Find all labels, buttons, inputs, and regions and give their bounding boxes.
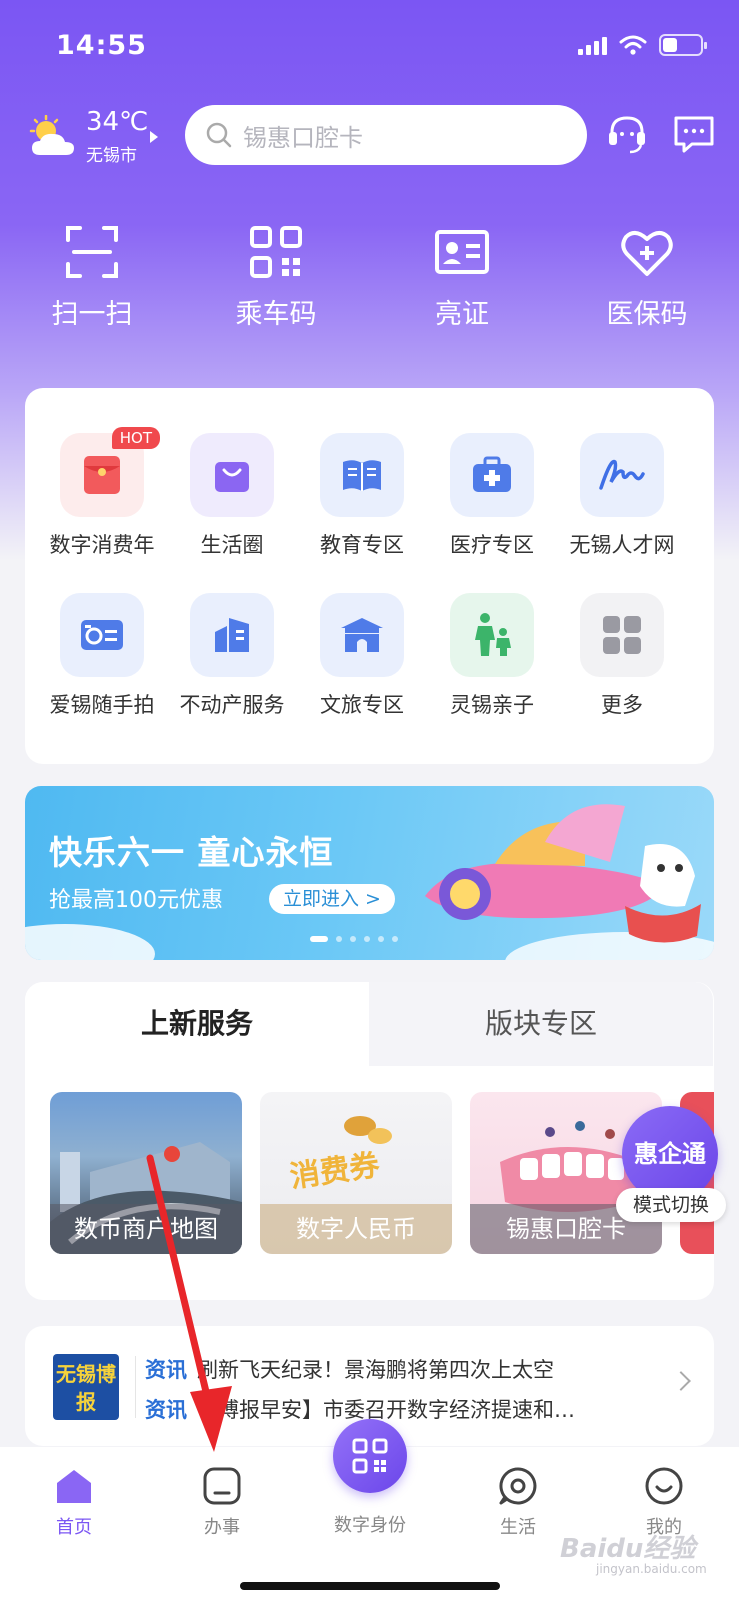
pavilion-icon [341, 618, 383, 652]
temperature: 34℃ [86, 107, 149, 137]
grid-item-culture-tourism[interactable]: 文旅专区 [297, 593, 427, 719]
grid-item-snapshot[interactable]: 爱锡随手拍 [37, 593, 167, 719]
tab-home[interactable]: 首页 [24, 1465, 124, 1539]
huiqitong-float-button[interactable]: 惠企通 模式切换 [616, 1106, 726, 1222]
book-icon [343, 460, 381, 491]
status-icons [578, 34, 707, 56]
status-time: 14:55 [56, 30, 147, 61]
qr-code-icon [250, 226, 302, 278]
tab-digital-identity-label: 数字身份 [334, 1515, 406, 1536]
banner-enter-button[interactable]: 立即进入 > [269, 884, 395, 914]
quick-action-scan[interactable]: 扫一扫 [22, 222, 162, 331]
hot-badge: HOT [111, 427, 160, 449]
grid-item-medical[interactable]: 医疗专区 [427, 433, 557, 559]
chevron-right-icon[interactable] [671, 1371, 691, 1391]
search-placeholder: 锡惠口腔卡 [243, 123, 363, 152]
camera-icon [81, 620, 123, 650]
section-tabs: 上新服务 版块专区 [25, 982, 714, 1066]
quick-action-medical-insurance[interactable]: 医保码 [577, 222, 717, 331]
grid-item-life-circle[interactable]: 生活圈 [167, 433, 297, 559]
watermark-brand: Baidu经验 [560, 1534, 696, 1564]
weather-sun-cloud-icon [29, 115, 74, 155]
tab-life[interactable]: 生活 [468, 1465, 568, 1539]
cellular-signal-icon [578, 35, 607, 55]
grid-item-parent-child[interactable]: 灵锡亲子 [427, 593, 557, 719]
promo-banner[interactable]: 快乐六一 童心永恒 抢最高100元优惠 立即进入 > [25, 786, 714, 960]
grid-item-real-estate[interactable]: 不动产服务 [167, 593, 297, 719]
tab-sections[interactable]: 版块专区 [369, 982, 713, 1066]
search-icon [206, 122, 232, 148]
heart-plus-icon [621, 231, 673, 276]
grid-item-education[interactable]: 教育专区 [297, 433, 427, 559]
battery-icon [659, 34, 707, 56]
parent-child-icon [475, 613, 511, 656]
quick-action-bus-code[interactable]: 乘车码 [206, 222, 346, 331]
profile-icon [645, 1467, 683, 1505]
watermark-url: jingyan.baidu.com [596, 1562, 707, 1576]
news-item[interactable]: 资讯 【博报早安】市委召开数字经济提速和… [145, 1394, 665, 1424]
wifi-icon [619, 35, 647, 55]
search-input[interactable]: 锡惠口腔卡 [185, 105, 587, 165]
qr-code-icon [352, 1438, 388, 1474]
news-divider [135, 1356, 136, 1418]
building-icon [215, 618, 249, 652]
news-item[interactable]: 资讯 刷新飞天纪录！景海鹏将第四次上太空 [145, 1354, 665, 1384]
service-tile-merchant-map[interactable]: 数币商户地图 [50, 1092, 242, 1254]
id-card-icon [435, 230, 489, 274]
customer-service-icon[interactable] [603, 110, 651, 158]
grid-item-talent-network[interactable]: 无锡人才网 [557, 433, 687, 559]
chevron-right-icon [150, 131, 158, 143]
quick-action-show-id[interactable]: 亮证 [392, 222, 532, 331]
tab-new-services[interactable]: 上新服务 [25, 982, 369, 1066]
grid-more-icon [603, 616, 641, 654]
grid-item-more[interactable]: 更多 [557, 593, 687, 719]
mode-switch-pill[interactable]: 模式切换 [616, 1188, 726, 1222]
red-envelope-icon [84, 456, 120, 494]
service-grid: HOT 数字消费年 生活圈 教育专区 医疗专区 无锡人才网 爱锡随手拍 不动产服… [25, 388, 714, 764]
shopping-bag-icon [215, 462, 249, 492]
service-tile-digital-rmb[interactable]: 消费券 数字人民币 [260, 1092, 452, 1254]
tab-tasks[interactable]: 办事 [172, 1465, 272, 1539]
home-indicator [240, 1582, 500, 1590]
banner-subtitle: 抢最高100元优惠 [49, 888, 223, 913]
scan-icon [66, 226, 118, 278]
tasks-icon [203, 1467, 241, 1505]
bottom-tab-bar: 首页 办事 数字身份 生活 我的 [0, 1419, 739, 1600]
banner-title: 快乐六一 童心永恒 [49, 833, 334, 872]
tab-digital-identity[interactable] [333, 1419, 407, 1493]
svg-text:消费券: 消费券 [288, 1148, 383, 1195]
signature-icon [599, 459, 645, 490]
carousel-dots [310, 936, 398, 942]
weather-widget[interactable]: 34℃ 无锡市 [26, 105, 176, 166]
medical-kit-icon [473, 456, 511, 492]
city-name: 无锡市 [86, 146, 137, 166]
quick-actions: 扫一扫 乘车码 亮证 医保码 [0, 222, 739, 342]
top-bar: 34℃ 无锡市 锡惠口腔卡 [0, 100, 739, 170]
news-logo: 无锡博报 [53, 1354, 119, 1420]
status-bar: 14:55 [0, 0, 739, 90]
message-icon[interactable] [670, 110, 718, 158]
grid-item-digital-consumption[interactable]: HOT 数字消费年 [37, 427, 167, 559]
home-icon [57, 1470, 91, 1503]
life-icon [499, 1467, 537, 1505]
services-section: 上新服务 版块专区 数币商户地图 消费券 数字人民币 锡惠口腔卡 [25, 982, 714, 1300]
